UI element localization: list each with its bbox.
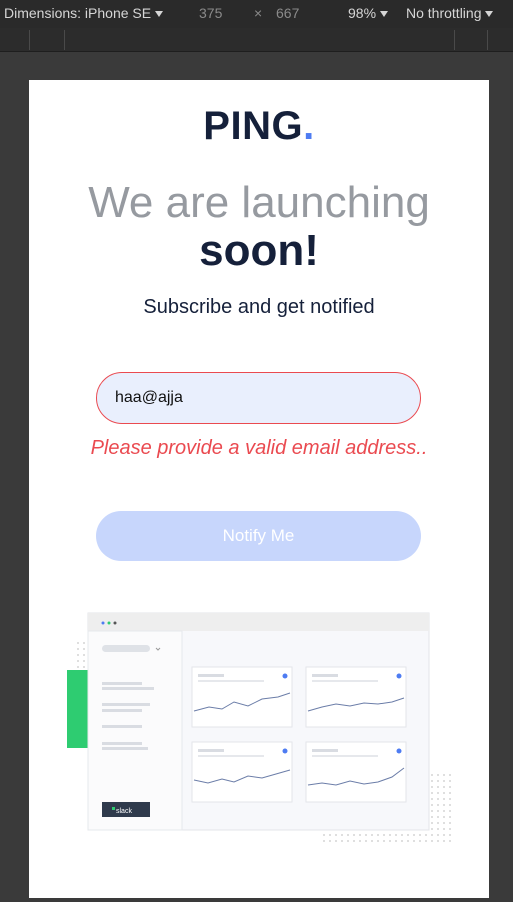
dashboard-illustration: slack xyxy=(67,612,452,845)
ping-logo: PING. xyxy=(203,104,315,148)
headline-bold: soon! xyxy=(199,226,319,275)
slack-label: slack xyxy=(116,808,132,815)
chart-card-3 xyxy=(191,741,293,803)
times-icon: × xyxy=(254,5,263,21)
chevron-down-icon xyxy=(155,11,164,18)
chart-card-4 xyxy=(305,741,407,803)
chevron-down-icon xyxy=(485,11,494,18)
height-field[interactable]: 667 xyxy=(276,5,299,21)
chart-card-2 xyxy=(305,666,407,728)
email-field-wrapper xyxy=(96,372,421,424)
media-query-ruler xyxy=(0,28,513,52)
chevron-down-icon xyxy=(380,11,389,18)
error-message: Please provide a valid email address.. xyxy=(90,437,428,459)
headline-light: We are launching xyxy=(88,178,430,227)
notify-me-button[interactable]: Notify Me xyxy=(96,511,421,561)
device-dimensions-select[interactable]: Dimensions: iPhone SE xyxy=(4,5,164,21)
subtitle: Subscribe and get notified xyxy=(143,296,375,318)
zoom-select[interactable]: 98% xyxy=(348,5,389,21)
devtools-toolbar: Dimensions: iPhone SE 375 × 667 98% No t… xyxy=(0,0,513,28)
chart-card-1 xyxy=(191,666,293,728)
throttling-select[interactable]: No throttling xyxy=(406,5,494,21)
width-field[interactable]: 375 xyxy=(199,5,222,21)
email-field[interactable] xyxy=(97,373,420,423)
page-viewport: PING. We are launching soon! Subscribe a… xyxy=(29,80,489,898)
